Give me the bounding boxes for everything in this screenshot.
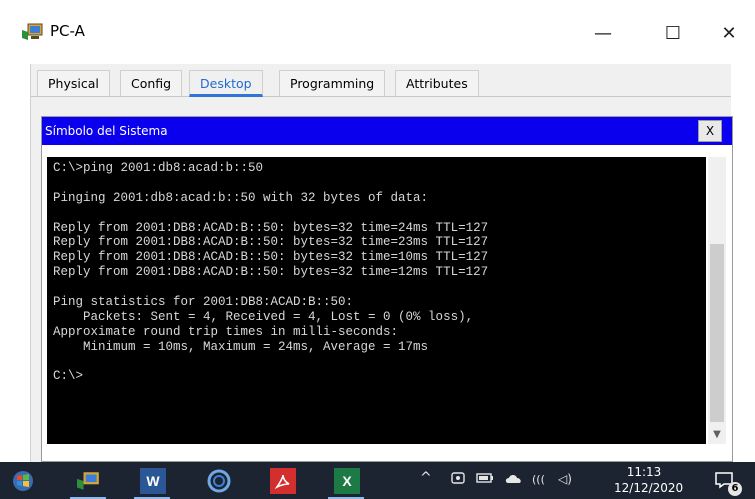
- tab-programming[interactable]: Programming: [279, 70, 386, 96]
- tab-strip: Physical Config Desktop Programming Attr…: [31, 64, 731, 97]
- console-line: Packets: Sent = 4, Received = 4, Lost = …: [53, 309, 474, 324]
- cortana-icon[interactable]: [206, 468, 232, 494]
- console-line: Reply from 2001:DB8:ACAD:B::50: bytes=32…: [53, 220, 489, 235]
- acrobat-icon[interactable]: [270, 468, 296, 494]
- tab-physical[interactable]: Physical: [37, 70, 110, 96]
- tab-attributes[interactable]: Attributes: [395, 70, 479, 96]
- close-button[interactable]: ✕: [706, 16, 752, 50]
- console-line: Pinging 2001:db8:acad:b::50 with 32 byte…: [53, 190, 429, 205]
- clock-date: 12/12/2020: [614, 481, 684, 495]
- console-line: Reply from 2001:DB8:ACAD:B::50: bytes=32…: [53, 250, 489, 265]
- notification-count-badge: 6: [728, 482, 742, 496]
- command-prompt-window: Símbolo del Sistema X C:\>ping 2001:db8:…: [41, 116, 733, 462]
- title-bar[interactable]: PC-A — ☐ ✕: [0, 0, 755, 64]
- show-hidden-icons-chevron[interactable]: ^: [420, 470, 432, 486]
- console-line: C:\>ping 2001:db8:acad:b::50: [53, 161, 264, 175]
- console-line: Reply from 2001:DB8:ACAD:B::50: bytes=32…: [53, 235, 489, 250]
- tab-config[interactable]: Config: [120, 70, 183, 96]
- scrollbar-thumb[interactable]: [710, 244, 724, 422]
- command-prompt-title: Símbolo del Sistema: [45, 124, 168, 138]
- scroll-down-icon[interactable]: ▼: [708, 426, 726, 444]
- windows-start-icon[interactable]: [10, 468, 36, 494]
- tab-desktop[interactable]: Desktop: [189, 70, 263, 97]
- console-scrollbar[interactable]: ▼: [708, 157, 726, 444]
- wifi-icon[interactable]: (((: [532, 473, 545, 486]
- minimize-button[interactable]: —: [580, 16, 626, 50]
- volume-icon[interactable]: ◁): [558, 472, 572, 486]
- command-prompt-close-button[interactable]: X: [698, 120, 722, 142]
- meet-now-icon[interactable]: [450, 470, 466, 490]
- console-line: C:\>: [53, 369, 84, 384]
- console-line: Ping statistics for 2001:DB8:ACAD:B::50:: [53, 295, 354, 310]
- packet-tracer-pc-icon: [22, 23, 43, 40]
- command-prompt-title-bar[interactable]: Símbolo del Sistema X: [42, 117, 732, 145]
- console-output[interactable]: C:\>ping 2001:db8:acad:b::50Pinging 2001…: [47, 157, 706, 444]
- device-tabs-panel: Physical Config Desktop Programming Attr…: [30, 64, 733, 462]
- word-icon[interactable]: W: [140, 468, 166, 494]
- excel-icon[interactable]: X: [334, 468, 360, 494]
- pc-a-window: PC-A — ☐ ✕ Physical Config Desktop Progr…: [0, 0, 755, 462]
- battery-icon[interactable]: [476, 470, 494, 490]
- onedrive-cloud-icon[interactable]: [504, 470, 524, 490]
- packet-tracer-icon[interactable]: [76, 468, 102, 494]
- taskbar: W X ^ ((( ◁) 11:13 12/12/2020 6: [0, 462, 755, 499]
- console-line: Approximate round trip times in milli-se…: [53, 324, 399, 339]
- console-line: Reply from 2001:DB8:ACAD:B::50: bytes=32…: [53, 265, 489, 280]
- taskbar-clock[interactable]: 11:13 12/12/2020: [614, 464, 684, 496]
- console-line: Minimum = 10ms, Maximum = 24ms, Average …: [53, 339, 429, 354]
- clock-time: 11:13: [626, 465, 662, 479]
- notification-center-icon[interactable]: 6: [714, 470, 742, 496]
- maximize-button[interactable]: ☐: [650, 16, 696, 50]
- window-title: PC-A: [50, 22, 85, 40]
